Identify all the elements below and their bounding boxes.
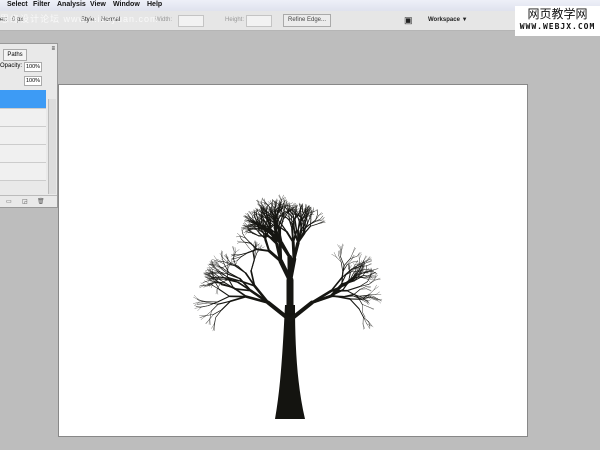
width-field[interactable] <box>178 15 204 27</box>
layer-row[interactable] <box>0 109 46 127</box>
fill-field[interactable]: 100% <box>24 76 42 86</box>
menu-help[interactable]: Help <box>147 1 162 8</box>
refine-edge-button[interactable]: Refine Edge... <box>283 14 331 27</box>
height-label: Height: <box>225 17 245 23</box>
watermark-url: WWW.WEBJX.COM <box>519 22 596 31</box>
watermark-right: 网页教学网 WWW.WEBJX.COM <box>515 6 600 36</box>
new-layer-icon[interactable]: ◲ <box>22 198 28 205</box>
layer-row-selected[interactable] <box>0 90 46 109</box>
menu-filter[interactable]: Filter <box>33 1 50 8</box>
height-field[interactable] <box>246 15 272 27</box>
layers-footer: ▭ ◲ 🗑 <box>0 195 57 208</box>
menu-window[interactable]: Window <box>113 1 140 8</box>
menu-view[interactable]: View <box>90 1 106 8</box>
layer-row[interactable] <box>0 163 46 181</box>
panel-menu-icon[interactable]: ≡ <box>51 46 55 52</box>
document-canvas[interactable] <box>58 84 528 437</box>
workspace-switch-icon[interactable]: ▣ <box>404 15 413 26</box>
layer-row[interactable] <box>0 127 46 145</box>
tree-image <box>193 194 383 419</box>
opacity-field[interactable]: 100% <box>24 62 42 72</box>
layers-scrollbar[interactable] <box>48 99 56 194</box>
menu-bar: Select Filter Analysis View Window Help <box>0 0 600 11</box>
menu-select[interactable]: Select <box>7 1 28 8</box>
delete-layer-icon[interactable]: 🗑 <box>37 198 45 205</box>
tab-paths[interactable]: Paths <box>3 49 27 61</box>
layers-panel: Paths ≡ Opacity: 100% Fill: 100% ▭ ◲ 🗑 <box>0 43 58 208</box>
menu-analysis[interactable]: Analysis <box>57 1 86 8</box>
new-group-icon[interactable]: ▭ <box>6 198 12 205</box>
watermark-left: 思缘设计论坛 www.missyuan.com <box>0 14 159 24</box>
watermark-cn: 网页教学网 <box>527 7 588 21</box>
layer-row[interactable] <box>0 145 46 163</box>
workspace-menu[interactable]: Workspace ▼ <box>428 17 468 23</box>
